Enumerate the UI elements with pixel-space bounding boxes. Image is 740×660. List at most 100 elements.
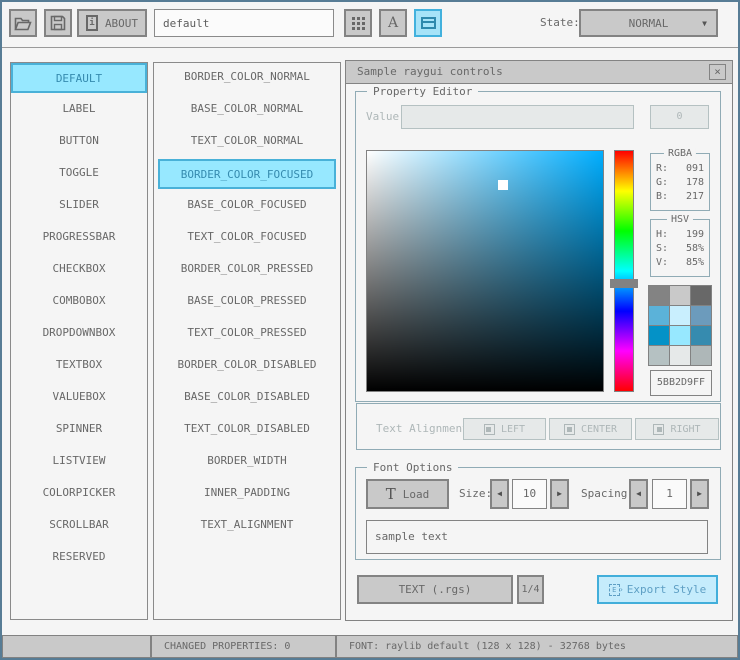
- style-color-swatch[interactable]: [670, 326, 690, 345]
- style-color-swatch[interactable]: [649, 306, 669, 325]
- property-list-item[interactable]: BORDER_COLOR_PRESSED: [158, 255, 336, 285]
- font-options-title: Font Options: [367, 461, 459, 474]
- property-list-item[interactable]: BASE_COLOR_FOCUSED: [158, 191, 336, 221]
- rgba-row: G: 178: [656, 177, 704, 188]
- state-dropdown-value: NORMAL: [628, 16, 669, 30]
- property-list-item[interactable]: INNER_PADDING: [158, 479, 336, 509]
- property-list-item[interactable]: TEXT_COLOR_PRESSED: [158, 319, 336, 349]
- hsv-row: H: 199: [656, 229, 704, 240]
- control-list-item[interactable]: CHECKBOX: [11, 255, 147, 285]
- style-color-swatch[interactable]: [691, 286, 711, 305]
- value-input[interactable]: [401, 105, 634, 129]
- font-load-button[interactable]: T Load: [366, 479, 449, 509]
- toolbar: i ABOUT A State: NORMAL ▼: [0, 0, 740, 48]
- control-list-item[interactable]: SPINNER: [11, 415, 147, 445]
- state-dropdown[interactable]: NORMAL ▼: [579, 9, 718, 37]
- style-color-grid: [648, 285, 712, 366]
- style-color-swatch[interactable]: [691, 326, 711, 345]
- control-list-item[interactable]: TEXTBOX: [11, 351, 147, 381]
- property-list-item[interactable]: BASE_COLOR_DISABLED: [158, 383, 336, 413]
- value-label: Value:: [366, 110, 406, 123]
- rgba-groupbox: RGBA R: 091 G: 178 B: 217: [650, 148, 710, 211]
- control-list-item[interactable]: DEFAULT: [11, 63, 147, 93]
- hsv-title: HSV: [666, 214, 694, 225]
- control-list-item[interactable]: SCROLLBAR: [11, 511, 147, 541]
- spacing-label: Spacing:: [581, 487, 634, 500]
- property-list-item[interactable]: BORDER_COLOR_FOCUSED: [158, 159, 336, 189]
- spacing-increase-button[interactable]: ▶: [690, 479, 709, 509]
- control-list-item[interactable]: PROGRESSBAR: [11, 223, 147, 253]
- control-list-item[interactable]: COLORPICKER: [11, 479, 147, 509]
- control-list-item[interactable]: RESERVED: [11, 543, 147, 573]
- folder-icon: [14, 17, 32, 30]
- hue-slider-handle[interactable]: [610, 279, 638, 288]
- value-button[interactable]: 0: [650, 105, 709, 129]
- property-list-item[interactable]: TEXT_ALIGNMENT: [158, 511, 336, 541]
- size-label: Size:: [459, 487, 493, 500]
- controls-window-button[interactable]: [414, 9, 442, 37]
- control-list-item[interactable]: LISTVIEW: [11, 447, 147, 477]
- size-increase-button[interactable]: ▶: [550, 479, 569, 509]
- floppy-disk-icon: [50, 15, 66, 31]
- save-file-button[interactable]: [44, 9, 72, 37]
- property-list-item[interactable]: BORDER_COLOR_DISABLED: [158, 351, 336, 381]
- open-file-button[interactable]: [9, 9, 37, 37]
- control-list-item[interactable]: SLIDER: [11, 191, 147, 221]
- style-color-swatch[interactable]: [649, 326, 669, 345]
- property-list-item[interactable]: BASE_COLOR_PRESSED: [158, 287, 336, 317]
- style-table-button[interactable]: [344, 9, 372, 37]
- property-list-item[interactable]: TEXT_COLOR_FOCUSED: [158, 223, 336, 253]
- hsv-row: V: 85%: [656, 257, 704, 268]
- property-list-item[interactable]: BASE_COLOR_NORMAL: [158, 95, 336, 125]
- size-decrease-button[interactable]: ◀: [490, 479, 509, 509]
- hex-value-input[interactable]: 5BB2D9FF: [650, 370, 712, 396]
- status-bar: CHANGED PROPERTIES: 0 FONT: raylib defau…: [2, 635, 738, 658]
- control-list-item[interactable]: VALUEBOX: [11, 383, 147, 413]
- spacing-value-box[interactable]: 1: [652, 479, 687, 509]
- align-right-button[interactable]: RIGHT: [635, 418, 719, 440]
- property-list-item[interactable]: TEXT_COLOR_DISABLED: [158, 415, 336, 445]
- font-letter-icon: A: [387, 15, 399, 31]
- sample-text-input[interactable]: sample text: [366, 520, 708, 554]
- control-list-item[interactable]: TOGGLE: [11, 159, 147, 189]
- property-list-item[interactable]: BORDER_WIDTH: [158, 447, 336, 477]
- control-list-item[interactable]: COMBOBOX: [11, 287, 147, 317]
- property-list-item[interactable]: BORDER_COLOR_NORMAL: [158, 63, 336, 93]
- text-tool-icon: T: [385, 485, 396, 503]
- close-button[interactable]: ×: [709, 64, 726, 80]
- grid-icon: [351, 16, 365, 30]
- color-picker-panel[interactable]: [366, 150, 604, 392]
- align-left-button[interactable]: LEFT: [463, 418, 546, 440]
- style-color-swatch[interactable]: [670, 346, 690, 365]
- align-center-button[interactable]: CENTER: [549, 418, 632, 440]
- style-color-swatch[interactable]: [670, 306, 690, 325]
- export-format-button[interactable]: TEXT (.rgs): [357, 575, 513, 604]
- align-right-icon: [653, 423, 665, 435]
- style-color-swatch[interactable]: [691, 306, 711, 325]
- property-editor-title: Property Editor: [367, 85, 479, 98]
- font-settings-button[interactable]: A: [379, 9, 407, 37]
- property-list-item[interactable]: TEXT_COLOR_NORMAL: [158, 127, 336, 157]
- rgba-title: RGBA: [663, 148, 697, 159]
- export-style-button[interactable]: E Export Style: [597, 575, 718, 604]
- about-button-label: ABOUT: [104, 16, 139, 30]
- export-file-icon: E: [608, 583, 624, 596]
- arrow-left-icon: ◀: [497, 489, 502, 498]
- page-indicator[interactable]: 1/4: [517, 575, 544, 604]
- hue-slider[interactable]: [614, 150, 634, 392]
- size-value-box[interactable]: 10: [512, 479, 547, 509]
- style-color-swatch[interactable]: [691, 346, 711, 365]
- rgba-row: R: 091: [656, 163, 704, 174]
- style-name-input[interactable]: [154, 9, 334, 37]
- spacing-decrease-button[interactable]: ◀: [629, 479, 648, 509]
- control-list-item[interactable]: DROPDOWNBOX: [11, 319, 147, 349]
- control-list-item[interactable]: LABEL: [11, 95, 147, 125]
- color-picker-cursor[interactable]: [498, 180, 508, 190]
- style-color-swatch[interactable]: [649, 346, 669, 365]
- control-list-item[interactable]: BUTTON: [11, 127, 147, 157]
- info-icon: i: [85, 15, 98, 31]
- about-button[interactable]: i ABOUT: [77, 9, 147, 37]
- text-alignment-label: Text Alignment:: [376, 422, 476, 435]
- style-color-swatch[interactable]: [649, 286, 669, 305]
- style-color-swatch[interactable]: [670, 286, 690, 305]
